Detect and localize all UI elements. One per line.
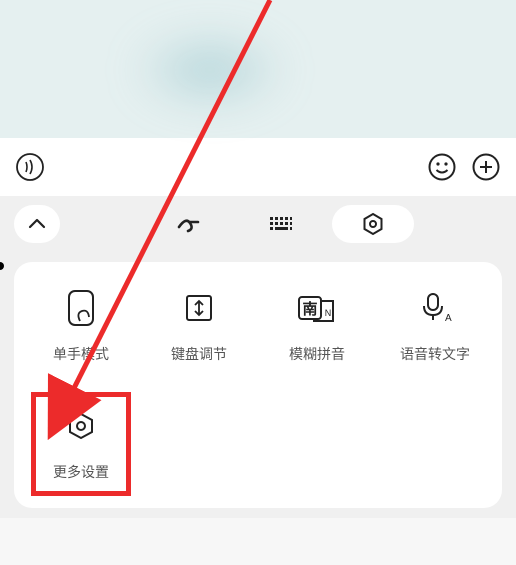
grid-label: 模糊拼音 [289,344,345,364]
grid-more-settings[interactable]: 更多设置 [22,404,140,482]
annotation-highlight [31,392,131,496]
message-input[interactable] [54,147,418,187]
grid-label: 语音转文字 [400,344,470,364]
grid-fuzzy-pinyin[interactable]: 南 N 模糊拼音 [258,286,376,364]
settings-panel: 单手模式 键盘调节 南 [14,262,502,508]
chat-background [0,0,516,138]
mic-text-icon: A [418,291,452,325]
tab-settings[interactable] [332,205,414,243]
grid-label: 单手模式 [53,344,109,364]
one-hand-icon [65,289,97,327]
resize-icon [183,292,215,324]
svg-text:南: 南 [302,300,317,318]
settings-panel-area: 单手模式 键盘调节 南 [0,252,516,518]
chevron-up-icon [27,217,47,231]
svg-text:N: N [325,308,332,318]
svg-text:A: A [445,313,452,324]
grid-voice-to-text[interactable]: A 语音转文字 [376,286,494,364]
gear-hex-icon [361,212,385,236]
collapse-button[interactable] [14,205,60,243]
emoji-button[interactable] [422,147,462,187]
input-toolbar [0,138,516,196]
tab-keyboard[interactable] [240,205,322,243]
emoji-icon [427,152,457,182]
tab-handwriting[interactable] [148,205,230,243]
voice-icon [15,152,45,182]
grid-label: 键盘调节 [171,344,227,364]
keyboard-tab-bar [0,196,516,252]
add-button[interactable] [466,147,506,187]
grid-one-hand-mode[interactable]: 单手模式 [22,286,140,364]
plus-icon [471,152,501,182]
keyboard-grid-icon [268,215,294,233]
pinyin-icon: 南 N [297,293,337,323]
voice-button[interactable] [10,147,50,187]
grid-keyboard-adjust[interactable]: 键盘调节 [140,286,258,364]
handwriting-icon [176,213,202,235]
